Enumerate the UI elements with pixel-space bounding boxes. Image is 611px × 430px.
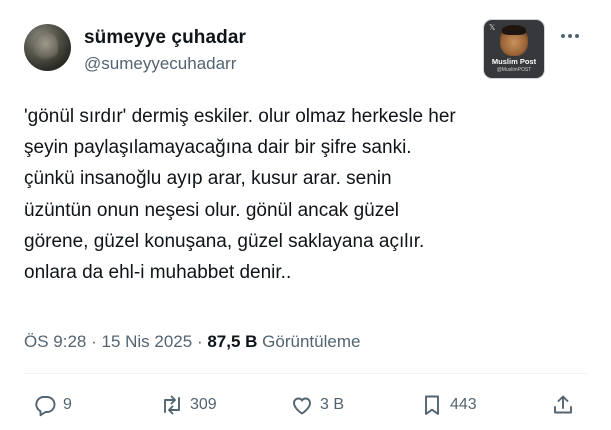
heart-icon bbox=[293, 397, 311, 415]
tweet-text-line: 'gönül sırdır' dermiş eskiler. olur olma… bbox=[24, 106, 456, 127]
repost-icon bbox=[164, 395, 180, 415]
tweet-meta: ÖS 9:28 · 15 Nis 2025 · 87,5 B Görüntüle… bbox=[24, 332, 360, 352]
more-options-button[interactable] bbox=[558, 26, 582, 46]
reply-count: 9 bbox=[63, 396, 72, 413]
badge-avatar-image bbox=[500, 25, 528, 56]
tweet-text-line: görene, güzel konuşana, güzel saklayana … bbox=[24, 230, 425, 252]
tweet-date[interactable]: 15 Nis 2025 bbox=[101, 332, 192, 351]
meta-separator: · bbox=[86, 332, 102, 351]
reply-icon bbox=[35, 396, 56, 417]
divider bbox=[24, 373, 587, 374]
tweet-text-line: şeyin paylaşılamayacağına dair bir şifre… bbox=[24, 137, 412, 159]
badge-title: Muslim Post bbox=[491, 57, 537, 66]
reply-button[interactable]: 9 bbox=[33, 390, 72, 420]
meta-separator: · bbox=[192, 332, 208, 351]
repost-count: 309 bbox=[190, 396, 217, 413]
tweet-text-line: onlara da ehl-i muhabbet denir.. bbox=[24, 262, 292, 284]
author-name[interactable]: sümeyye çuhadar bbox=[84, 27, 246, 49]
tweet-text-line: üzüntün onun neşesi olur. gönül ancak gü… bbox=[24, 199, 399, 221]
tweet-text: 'gönül sırdır' dermiş eskiler. olur olma… bbox=[24, 101, 584, 288]
repost-button[interactable]: 309 bbox=[160, 390, 217, 420]
tweet-time[interactable]: ÖS 9:28 bbox=[24, 332, 86, 351]
bookmark-count: 443 bbox=[450, 396, 477, 413]
affiliate-badge[interactable]: 𝕏 Muslim Post @MuslimPOST bbox=[484, 20, 544, 78]
more-icon-dot bbox=[575, 34, 579, 38]
author-handle[interactable]: @sumeyyecuhadarr bbox=[84, 54, 236, 74]
views-count: 87,5 B bbox=[207, 332, 258, 351]
views-label: Görüntüleme bbox=[262, 332, 361, 351]
tweet-text-line: çünkü insanoğlu ayıp arar, kusur arar. s… bbox=[24, 168, 392, 190]
author-avatar[interactable] bbox=[24, 24, 71, 71]
like-button[interactable]: 3 B bbox=[290, 390, 344, 420]
x-logo-icon: 𝕏 bbox=[489, 23, 496, 32]
share-icon bbox=[554, 395, 572, 414]
bookmark-icon bbox=[425, 395, 439, 415]
like-count: 3 B bbox=[320, 396, 345, 413]
badge-subtitle: @MuslimPOST bbox=[496, 67, 532, 73]
more-icon bbox=[561, 34, 565, 38]
share-button[interactable] bbox=[551, 390, 575, 420]
more-icon-dot bbox=[568, 34, 572, 38]
bookmark-button[interactable]: 443 bbox=[420, 390, 477, 420]
